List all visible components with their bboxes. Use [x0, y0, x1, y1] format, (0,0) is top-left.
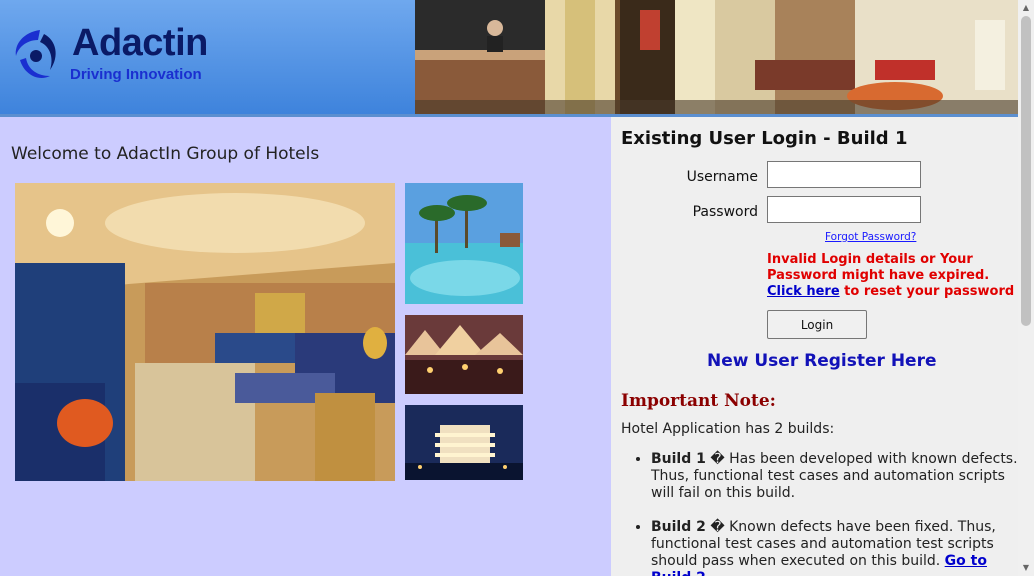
page-scrollbar[interactable]: ▲ ▼: [1018, 0, 1034, 576]
builds-list: Build 1 � Has been developed with known …: [621, 451, 1018, 576]
adactin-logo-icon: [15, 30, 56, 79]
list-item: Build 1 � Has been developed with known …: [651, 451, 1018, 502]
password-label: Password: [692, 204, 758, 220]
header-banner: Adactin Driving Innovation: [0, 0, 1018, 117]
pool-thumbnail: [405, 183, 523, 304]
forgot-password-link[interactable]: Forgot Password?: [825, 231, 916, 243]
brand-name: Adactin: [72, 22, 208, 64]
login-error-message: Invalid Login details or Your Password m…: [767, 252, 1017, 300]
reset-password-link[interactable]: Click here: [767, 284, 840, 299]
build-name: Build 1: [651, 451, 706, 467]
register-link[interactable]: New User Register Here: [707, 351, 937, 371]
scroll-up-icon[interactable]: ▲: [1018, 0, 1034, 16]
login-button[interactable]: Login: [767, 310, 867, 339]
welcome-text: Welcome to AdactIn Group of Hotels: [11, 144, 320, 164]
login-panel: Existing User Login - Build 1 Username P…: [611, 117, 1018, 576]
login-title: Existing User Login - Build 1: [621, 128, 908, 149]
dining-thumbnail: [405, 315, 523, 394]
build-name: Build 2: [651, 519, 706, 535]
brand-tagline: Driving Innovation: [70, 66, 202, 83]
night-hotel-thumbnail: [405, 405, 523, 480]
important-note-title: Important Note:: [621, 391, 776, 411]
hero-lobby-image: [415, 0, 1018, 114]
scroll-thumb[interactable]: [1021, 16, 1031, 326]
scroll-down-icon[interactable]: ▼: [1018, 560, 1034, 576]
note-intro: Hotel Application has 2 builds:: [621, 421, 835, 437]
list-item: Build 2 � Known defects have been fixed.…: [651, 519, 1018, 576]
password-input[interactable]: [767, 196, 921, 223]
build-description: � Has been developed with known defects.…: [651, 451, 1018, 501]
error-text: Invalid Login details or Your Password m…: [767, 252, 990, 283]
username-label: Username: [686, 169, 758, 185]
main-hotel-photo: [15, 183, 395, 481]
error-suffix: to reset your password: [839, 284, 1015, 299]
username-input[interactable]: [767, 161, 921, 188]
left-panel: Welcome to AdactIn Group of Hotels: [0, 117, 611, 576]
